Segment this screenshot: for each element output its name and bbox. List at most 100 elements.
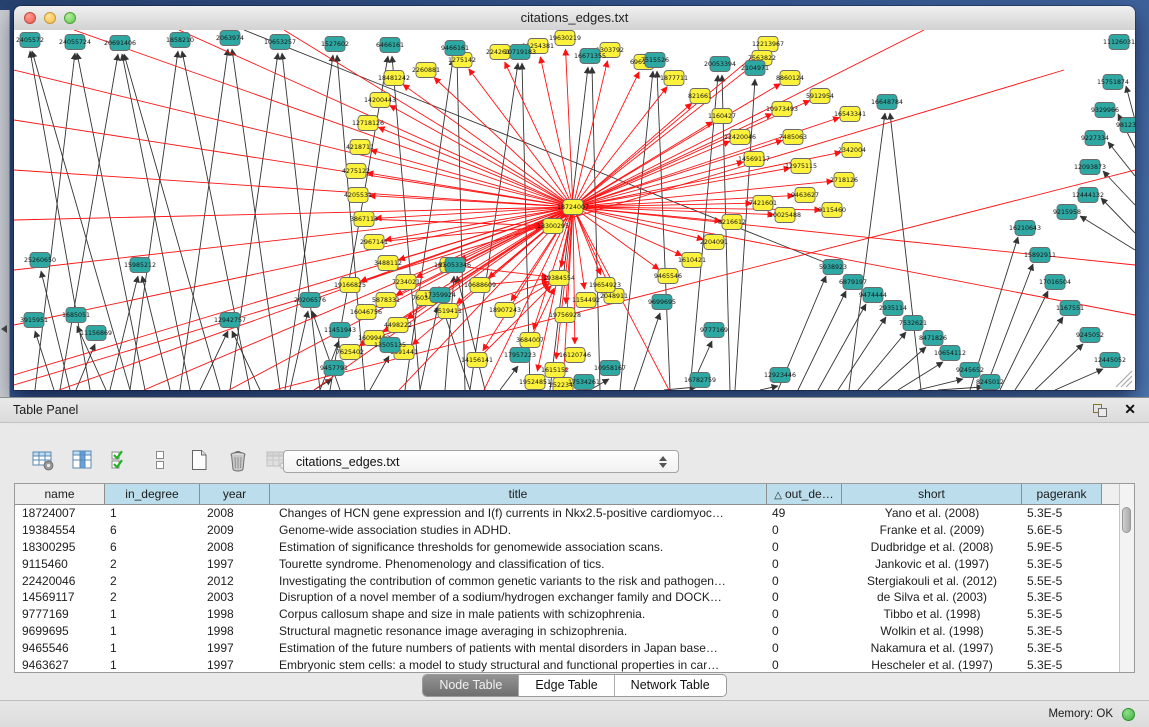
graph-node[interactable]: 9245652	[956, 363, 984, 378]
graph-node[interactable]: 9699695	[648, 295, 676, 310]
table-row[interactable]: 1938455462009Genome-wide association stu…	[15, 522, 1119, 539]
column-header-name[interactable]: name	[15, 484, 105, 505]
graph-node[interactable]: 7485063	[779, 130, 807, 145]
graph-node[interactable]: 1610421	[678, 253, 706, 268]
show-column-icon[interactable]	[69, 447, 95, 473]
graph-node[interactable]: 16648784	[871, 95, 903, 110]
graph-node[interactable]: 9777169	[700, 323, 728, 338]
select-all-icon[interactable]	[108, 447, 134, 473]
graph-node[interactable]: 5938923	[819, 260, 847, 275]
graph-node[interactable]: 1154492	[572, 293, 600, 308]
delete-icon[interactable]	[225, 447, 251, 473]
graph-node[interactable]: 821661	[688, 89, 712, 104]
scrollbar-thumb[interactable]	[1122, 507, 1131, 533]
graph-node[interactable]: 1615152	[541, 363, 569, 378]
graph-node[interactable]: 2063974	[216, 31, 244, 46]
float-window-icon[interactable]	[1093, 404, 1107, 417]
graph-node[interactable]: 5878331	[372, 293, 400, 308]
splitter-collapse-arrow[interactable]	[1, 325, 7, 333]
column-header-in_degree[interactable]: in_degree	[105, 484, 200, 505]
network-window-titlebar[interactable]: citations_edges.txt	[14, 6, 1135, 31]
table-row[interactable]: 977716911998Corpus callosum shape and si…	[15, 606, 1119, 623]
graph-node[interactable]: 2260881	[412, 63, 440, 78]
table-row[interactable]: 1830029562008Estimation of significance …	[15, 539, 1119, 556]
graph-node[interactable]: 8860124	[776, 71, 804, 86]
network-view-canvas[interactable]: 1872400718300295184812421420044312718126…	[14, 30, 1135, 390]
graph-node[interactable]: 16120746	[559, 348, 591, 363]
graph-node[interactable]: 10653257	[264, 35, 296, 50]
graph-node[interactable]: 12923446	[764, 368, 796, 383]
column-header-title[interactable]: title	[270, 484, 767, 505]
graph-node[interactable]: 17957223	[504, 348, 536, 363]
graph-node[interactable]: 12975115	[785, 159, 817, 174]
graph-node[interactable]: 9215958	[1053, 205, 1081, 220]
graph-node[interactable]: 15985212	[124, 258, 156, 273]
graph-node[interactable]: 1527602	[321, 37, 349, 52]
graph-node[interactable]: 7421601	[749, 196, 777, 211]
graph-node[interactable]: 9474444	[859, 288, 887, 303]
graph-node[interactable]: 12213967	[752, 37, 784, 52]
graph-node[interactable]: 4205531	[344, 188, 372, 203]
graph-node[interactable]: 1858210	[166, 33, 194, 48]
graph-node[interactable]: 6879197	[839, 275, 867, 290]
graph-node[interactable]: 9245052	[1076, 328, 1104, 343]
graph-node[interactable]: 7234021	[392, 275, 420, 290]
minimize-window-button[interactable]	[44, 12, 56, 24]
graph-node[interactable]: 11126031	[1103, 35, 1135, 50]
close-window-button[interactable]	[24, 12, 36, 24]
graph-node[interactable]: 12444132	[1072, 188, 1104, 203]
table-row[interactable]: 946554611997Estimation of the future num…	[15, 640, 1119, 657]
graph-node[interactable]: 20053394	[704, 57, 736, 72]
graph-node[interactable]: 16782759	[684, 373, 716, 388]
close-icon[interactable]: ✕	[1124, 401, 1136, 418]
graph-node[interactable]: 3867113	[350, 212, 378, 227]
graph-node[interactable]: 4498222	[384, 318, 412, 333]
graph-node[interactable]: 9329966	[1091, 103, 1119, 118]
column-header-year[interactable]: year	[200, 484, 270, 505]
column-header-short[interactable]: short	[842, 484, 1022, 505]
graph-node[interactable]: 1167551	[1056, 301, 1084, 316]
table-row[interactable]: 969969511998Structural magnetic resonanc…	[15, 623, 1119, 640]
graph-node[interactable]: 12718126	[352, 116, 384, 131]
graph-node[interactable]: 14569117	[738, 152, 770, 167]
graph-node[interactable]: 2204091	[700, 235, 728, 250]
graph-node[interactable]: 1160427	[708, 109, 736, 124]
memory-status-indicator[interactable]	[1122, 708, 1135, 721]
graph-node[interactable]: 16543341	[834, 107, 866, 122]
graph-node[interactable]: 1685051	[62, 308, 90, 323]
graph-node[interactable]: 3915951	[20, 313, 48, 328]
graph-node[interactable]: 2405572	[16, 33, 44, 48]
graph-node[interactable]: 14156141	[461, 353, 493, 368]
graph-node[interactable]: 3684007	[516, 333, 544, 348]
graph-node[interactable]: 9812304	[1116, 118, 1135, 133]
graph-node[interactable]: 9466161	[441, 41, 469, 56]
graph-node[interactable]: 8471826	[919, 331, 947, 346]
graph-node[interactable]: 4275122	[342, 164, 370, 179]
clear-selection-icon[interactable]	[147, 447, 173, 473]
graph-node[interactable]: 19756928	[549, 308, 581, 323]
tab-node-table[interactable]: Node Table	[423, 675, 518, 696]
graph-node[interactable]: 2342004	[838, 143, 866, 158]
graph-node[interactable]: 15892911	[1024, 248, 1056, 263]
graph-node[interactable]: 9463627	[791, 188, 819, 203]
graph-node[interactable]: 10688609	[464, 278, 496, 293]
graph-node[interactable]: 9457791	[320, 361, 348, 376]
table-row[interactable]: 2242004622012Investigating the contribut…	[15, 573, 1119, 590]
graph-node[interactable]: 7532621	[899, 316, 927, 331]
graph-node[interactable]: 10654112	[934, 346, 966, 361]
graph-node[interactable]: 18481242	[378, 71, 410, 86]
tab-network-table[interactable]: Network Table	[614, 675, 726, 696]
graph-node[interactable]: 24055724	[59, 35, 91, 50]
graph-node[interactable]: 16210643	[1009, 221, 1041, 236]
graph-node[interactable]: 17016504	[1039, 275, 1071, 290]
graph-node[interactable]: 2718126	[830, 173, 858, 188]
graph-node[interactable]: 14200443	[364, 93, 396, 108]
graph-node[interactable]: 9115460	[818, 203, 846, 218]
table-row[interactable]: 1456911722003Disruption of a novel membe…	[15, 589, 1119, 606]
graph-node[interactable]: 6466161	[376, 38, 404, 53]
table-row[interactable]: 1872400712008Changes of HCN gene express…	[15, 505, 1119, 522]
graph-node[interactable]: 10958167	[594, 361, 626, 376]
new-document-icon[interactable]	[186, 447, 212, 473]
graph-node[interactable]: 2967141	[360, 235, 388, 250]
tab-edge-table[interactable]: Edge Table	[518, 675, 613, 696]
